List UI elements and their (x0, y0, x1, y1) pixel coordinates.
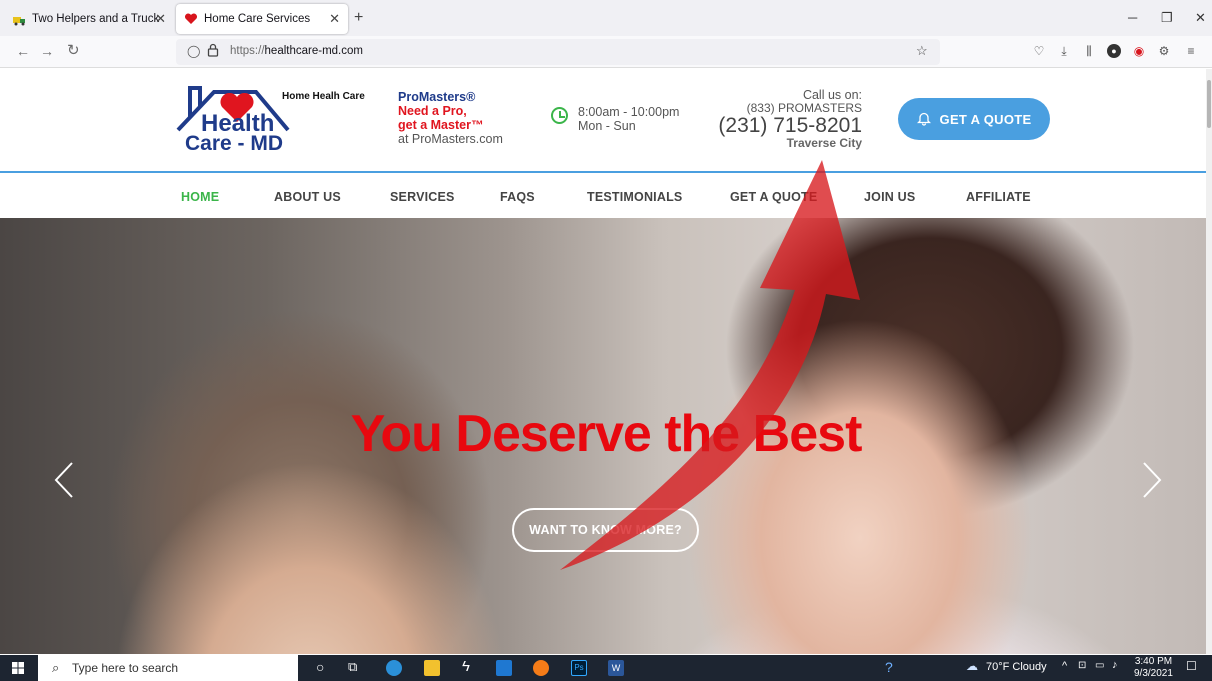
get-a-quote-label: GET A QUOTE (939, 111, 1032, 127)
tray-time: 3:40 PM (1134, 656, 1173, 667)
page-scrollbar[interactable] (1206, 69, 1212, 654)
slider-next-icon[interactable] (1136, 460, 1166, 500)
browser-tab-bar: Two Helpers and a Truck ✕ Home Care Serv… (0, 0, 1212, 36)
account-icon[interactable]: ● (1107, 44, 1121, 58)
tab-title: Two Helpers and a Truck (32, 13, 160, 25)
call-block: Call us on: (833) PROMASTERS (231) 715-8… (700, 89, 862, 150)
pocket-icon[interactable]: ♡ (1032, 44, 1046, 58)
shield-icon[interactable]: ◯ (187, 44, 200, 58)
call-city: Traverse City (786, 136, 862, 150)
edge-icon[interactable] (386, 660, 402, 676)
want-to-know-more-button[interactable]: WANT TO KNOW MORE? (512, 508, 699, 552)
nav-about-us[interactable]: ABOUT US (274, 190, 341, 204)
app-bolt-icon[interactable]: ϟ (462, 658, 470, 675)
lock-icon[interactable] (207, 43, 219, 62)
windows-start-icon[interactable] (12, 662, 24, 674)
file-explorer-icon[interactable] (424, 660, 440, 676)
url-bar[interactable]: ◯ https://healthcare-md.com ☆ (176, 39, 940, 65)
hero-title: You Deserve the Best (350, 405, 863, 463)
help-icon[interactable]: ? (885, 659, 893, 675)
truck-favicon-icon (12, 12, 26, 26)
back-icon[interactable]: ← (16, 43, 30, 59)
notifications-icon[interactable]: ☐ (1186, 659, 1197, 673)
mail-icon[interactable] (496, 660, 512, 676)
extension-icon[interactable]: ◉ (1132, 44, 1146, 58)
heart-favicon-icon (184, 12, 198, 26)
logo-line-2: Care - MD (185, 132, 284, 155)
promo-line-1: ProMasters® (398, 90, 476, 104)
clock-icon (551, 107, 568, 124)
promasters-promo[interactable]: ProMasters® Need a Pro, get a Master™ at… (398, 90, 503, 146)
cortana-icon[interactable]: ○ (316, 659, 324, 675)
windows-taskbar: ⌕ Type here to search ○ ⧉ ϟ Ps W ? ☁ 70°… (0, 655, 1212, 681)
tab-two-helpers[interactable]: Two Helpers and a Truck ✕ (4, 4, 174, 34)
menu-icon[interactable]: ≡ (1184, 44, 1198, 58)
url-text: https://healthcare-md.com (230, 45, 363, 57)
forward-icon[interactable]: → (40, 43, 54, 59)
taskbar-search-input[interactable]: ⌕ Type here to search (38, 655, 298, 681)
library-icon[interactable]: ⫼ (1082, 44, 1096, 58)
main-navigation: HOME ABOUT US SERVICES FAQS TESTIMONIALS… (0, 175, 1206, 218)
promo-line-4: at ProMasters.com (398, 132, 503, 146)
get-a-quote-button[interactable]: GET A QUOTE (898, 98, 1050, 140)
logo-tagline: Home Healh Care (282, 91, 365, 102)
firefox-icon[interactable] (533, 660, 549, 676)
nav-join-us[interactable]: JOIN US (864, 190, 915, 204)
volume-icon[interactable]: ♪ (1112, 659, 1118, 671)
tray-network-icon[interactable]: ⊡ (1078, 660, 1086, 671)
bell-icon (916, 112, 931, 126)
search-icon: ⌕ (52, 660, 60, 675)
business-hours: 8:00am - 10:00pm Mon - Sun (578, 105, 679, 133)
tab-home-care-services[interactable]: Home Care Services ✕ (176, 4, 348, 34)
scrollbar-thumb[interactable] (1207, 80, 1211, 128)
logo-wordmark[interactable]: Health Care - MD (185, 110, 305, 155)
reload-icon[interactable]: ↻ (67, 41, 80, 59)
cloud-weather-icon[interactable]: ☁ (966, 659, 978, 673)
browser-toolbar: ← → ↻ ◯ https://healthcare-md.com ☆ ♡ ⤓ … (0, 36, 1212, 68)
word-icon[interactable]: W (608, 660, 624, 676)
search-placeholder: Type here to search (72, 661, 179, 675)
nav-services[interactable]: SERVICES (390, 190, 455, 204)
promo-line-3: get a Master™ (398, 118, 484, 132)
tray-up-icon[interactable]: ^ (1062, 660, 1067, 672)
nav-testimonials[interactable]: TESTIMONIALS (587, 190, 682, 204)
slider-prev-icon[interactable] (50, 460, 80, 500)
tray-battery-icon[interactable]: ▭ (1095, 660, 1104, 671)
logo-line-1: Health (201, 110, 275, 137)
hours-days: Mon - Sun (578, 119, 636, 133)
tray-date: 9/3/2021 (1134, 668, 1173, 679)
bookmark-star-icon[interactable]: ☆ (916, 43, 928, 59)
nav-get-a-quote[interactable]: GET A QUOTE (730, 190, 817, 204)
header-divider (0, 171, 1206, 173)
call-phone-number[interactable]: (231) 715-8201 (700, 115, 862, 137)
task-view-icon[interactable]: ⧉ (348, 659, 357, 675)
tab-title: Home Care Services (204, 13, 311, 25)
extensions-puzzle-icon[interactable]: ⚙ (1157, 44, 1171, 58)
nav-home[interactable]: HOME (181, 190, 219, 204)
nav-affiliate[interactable]: AFFILIATE (966, 190, 1031, 204)
nav-faqs[interactable]: FAQS (500, 190, 535, 204)
weather-text[interactable]: 70°F Cloudy (986, 661, 1047, 673)
photoshop-icon[interactable]: Ps (571, 660, 587, 676)
downloads-icon[interactable]: ⤓ (1057, 44, 1071, 58)
restore-icon[interactable]: ❐ (1161, 10, 1173, 26)
minimize-icon[interactable]: ─ (1128, 10, 1137, 25)
new-tab-icon[interactable]: + (354, 9, 363, 27)
close-tab-icon[interactable]: ✕ (329, 11, 340, 27)
hours-time: 8:00am - 10:00pm (578, 105, 680, 119)
promo-line-2: Need a Pro, (398, 104, 467, 118)
close-window-icon[interactable]: ✕ (1195, 10, 1206, 26)
clock-tray[interactable]: 3:40 PM 9/3/2021 (1134, 656, 1173, 680)
close-tab-icon[interactable]: ✕ (155, 11, 166, 27)
